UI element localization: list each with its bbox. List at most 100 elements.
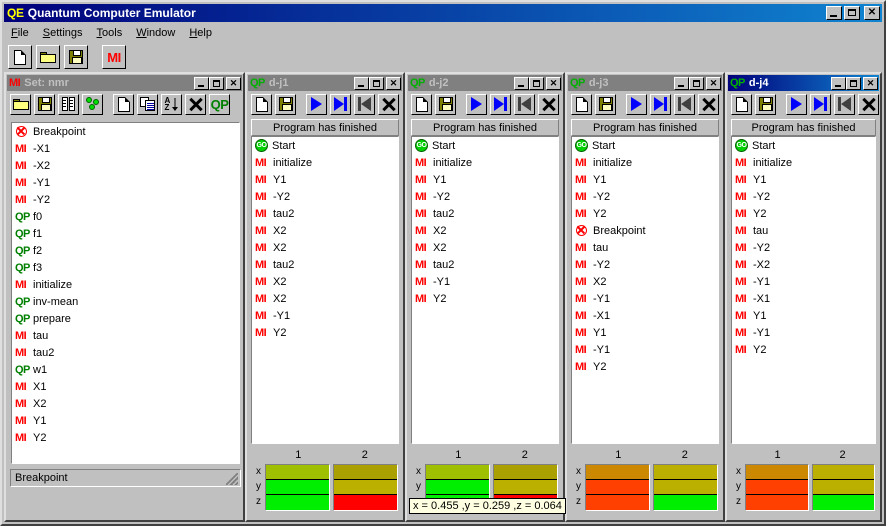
- bloch-cell[interactable]: [654, 480, 717, 495]
- bloch-cell[interactable]: [266, 495, 329, 510]
- bloch-cell[interactable]: [746, 465, 808, 480]
- list-item[interactable]: MI -Y1: [572, 341, 718, 358]
- run-to-end-button[interactable]: [490, 93, 511, 115]
- bloch-cell[interactable]: [812, 495, 874, 510]
- list-item[interactable]: MI -Y2: [572, 188, 718, 205]
- list-item[interactable]: MI X2: [252, 222, 398, 239]
- list-item[interactable]: MI -Y2: [732, 188, 875, 205]
- list-item[interactable]: MI -Y1: [412, 273, 558, 290]
- list-item[interactable]: MI -Y1: [732, 324, 875, 341]
- program-instruction-list[interactable]: GO Start MI initialize MI Y1 MI -Y2 MI tau2 MI X2 MI…: [411, 136, 559, 444]
- program-instruction-list[interactable]: GO Start MI initialize MI Y1 MI -Y2 MI Y2 Breakpoi…: [571, 136, 719, 444]
- list-item[interactable]: MI X2: [252, 290, 398, 307]
- run-button[interactable]: [306, 93, 327, 115]
- list-item[interactable]: Breakpoint: [572, 222, 718, 239]
- menu-item-settings[interactable]: Settings: [36, 25, 90, 41]
- bloch-cell[interactable]: [266, 465, 329, 480]
- resize-grip[interactable]: [226, 473, 238, 485]
- list-item[interactable]: QP f1: [12, 225, 239, 242]
- menu-item-window[interactable]: Window: [129, 25, 182, 41]
- menu-item-tools[interactable]: Tools: [90, 25, 130, 41]
- new-program-button[interactable]: [731, 93, 752, 115]
- minimize-button[interactable]: [826, 6, 842, 20]
- bloch-cell[interactable]: [426, 480, 489, 495]
- list-item[interactable]: MI Y2: [412, 290, 558, 307]
- list-item[interactable]: MI tau2: [252, 205, 398, 222]
- list-item[interactable]: MI Y2: [572, 358, 718, 375]
- rewind-button[interactable]: [514, 93, 535, 115]
- bloch-column[interactable]: [265, 464, 330, 511]
- list-item[interactable]: MI tau2: [252, 256, 398, 273]
- list-item[interactable]: MI X2: [572, 273, 718, 290]
- maximize-button[interactable]: [846, 76, 861, 90]
- bloch-cell[interactable]: [654, 465, 717, 480]
- list-item[interactable]: Breakpoint: [12, 123, 239, 140]
- list-item[interactable]: GO Start: [572, 137, 718, 154]
- bloch-column[interactable]: [811, 464, 875, 511]
- maximize-button[interactable]: [209, 76, 224, 90]
- bloch-cell[interactable]: [746, 495, 808, 510]
- delete-button[interactable]: [185, 93, 206, 115]
- stop-button[interactable]: [378, 93, 399, 115]
- new-program-button[interactable]: [411, 93, 432, 115]
- open-set-button[interactable]: [10, 93, 31, 115]
- list-item[interactable]: MI Y2: [732, 341, 875, 358]
- list-item[interactable]: MI -Y1: [572, 290, 718, 307]
- minimize-button[interactable]: [194, 76, 209, 90]
- bloch-cell[interactable]: [494, 480, 557, 495]
- maximize-button[interactable]: [689, 76, 704, 90]
- bloch-cell[interactable]: [812, 480, 874, 495]
- list-item[interactable]: MI X1: [12, 378, 239, 395]
- list-item[interactable]: MI tau2: [412, 205, 558, 222]
- bloch-cell[interactable]: [334, 495, 397, 510]
- bloch-cell[interactable]: [654, 495, 717, 510]
- close-button[interactable]: ✕: [226, 76, 241, 90]
- list-item[interactable]: MI X2: [412, 222, 558, 239]
- list-item[interactable]: MI -Y2: [12, 191, 239, 208]
- list-item[interactable]: MI -X1: [732, 290, 875, 307]
- bloch-cell[interactable]: [334, 465, 397, 480]
- list-item[interactable]: MI -X1: [572, 307, 718, 324]
- menu-item-help[interactable]: Help: [182, 25, 219, 41]
- save-program-button[interactable]: [755, 93, 776, 115]
- maximize-button[interactable]: [529, 76, 544, 90]
- save-program-button[interactable]: [595, 93, 616, 115]
- save-set-button[interactable]: [34, 93, 55, 115]
- open-file-button[interactable]: [36, 45, 60, 69]
- list-item[interactable]: GO Start: [252, 137, 398, 154]
- bloch-cell[interactable]: [426, 465, 489, 480]
- new-program-button[interactable]: [571, 93, 592, 115]
- copy-item-button[interactable]: [137, 93, 158, 115]
- list-item[interactable]: GO Start: [732, 137, 875, 154]
- set-nmr-list[interactable]: Breakpoint MI -X1 MI -X2 MI -Y1 MI -Y2 QP f0 QP f1 QP…: [11, 122, 240, 464]
- list-item[interactable]: MI X2: [252, 273, 398, 290]
- program-instruction-list[interactable]: GO Start MI initialize MI Y1 MI -Y2 MI Y2 MI tau MI -…: [731, 136, 876, 444]
- list-item[interactable]: QP f3: [12, 259, 239, 276]
- list-item[interactable]: MI -Y1: [732, 273, 875, 290]
- qp-button[interactable]: QP: [209, 93, 230, 115]
- close-button[interactable]: ✕: [546, 76, 561, 90]
- list-item[interactable]: MI Y1: [572, 324, 718, 341]
- list-item[interactable]: MI Y1: [732, 307, 875, 324]
- minimize-button[interactable]: [514, 76, 529, 90]
- rewind-button[interactable]: [674, 93, 695, 115]
- list-item[interactable]: QP f0: [12, 208, 239, 225]
- bloch-column[interactable]: [745, 464, 809, 511]
- list-item[interactable]: MI tau: [732, 222, 875, 239]
- list-item[interactable]: MI tau2: [12, 344, 239, 361]
- list-item[interactable]: MI initialize: [12, 276, 239, 293]
- bloch-cell[interactable]: [586, 480, 649, 495]
- save-file-button[interactable]: [64, 45, 88, 69]
- list-item[interactable]: MI -Y2: [732, 239, 875, 256]
- list-item[interactable]: MI Y1: [732, 171, 875, 188]
- qubits-button[interactable]: [82, 93, 103, 115]
- stop-button[interactable]: [538, 93, 559, 115]
- run-to-end-button[interactable]: [330, 93, 351, 115]
- new-file-button[interactable]: [8, 45, 32, 69]
- minimize-button[interactable]: [354, 76, 369, 90]
- list-item[interactable]: MI Y2: [732, 205, 875, 222]
- stop-button[interactable]: [698, 93, 719, 115]
- bloch-cell[interactable]: [334, 480, 397, 495]
- list-item[interactable]: QP inv-mean: [12, 293, 239, 310]
- close-button[interactable]: ✕: [863, 76, 878, 90]
